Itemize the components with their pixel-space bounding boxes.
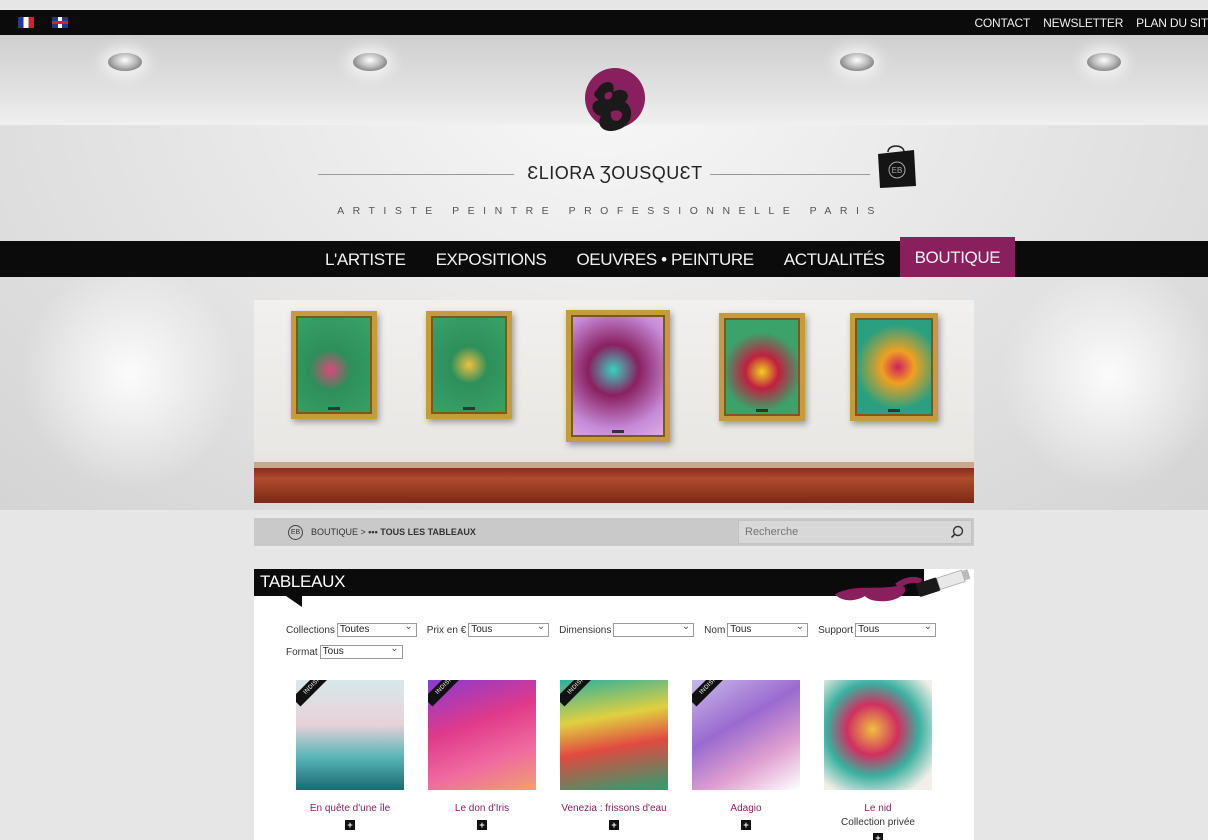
plus-icon[interactable]: +: [609, 820, 619, 830]
product-card[interactable]: INDISPONIBLE Adagio +: [676, 680, 808, 840]
breadcrumb-current: ••• TOUS LES TABLEAUX: [368, 527, 476, 537]
banner-painting: [566, 310, 670, 442]
site-map-link[interactable]: PLAN DU SIT: [1136, 16, 1208, 30]
product-card[interactable]: INDISPONIBLE Le don d'Iris +: [412, 680, 544, 840]
unavailable-ribbon: INDISPONIBLE: [296, 680, 350, 707]
nav-item-actualites[interactable]: ACTUALITÉS: [769, 241, 900, 277]
product-image[interactable]: INDISPONIBLE: [296, 680, 404, 790]
format-select[interactable]: Tous: [319, 643, 403, 659]
title-tab: [286, 596, 302, 607]
search-icon[interactable]: [949, 524, 965, 540]
unavailable-ribbon: INDISPONIBLE: [560, 680, 614, 707]
newsletter-link[interactable]: NEWSLETTER: [1043, 16, 1123, 30]
wooden-floor: [254, 468, 974, 503]
logo-divider: [318, 174, 514, 175]
contact-link[interactable]: CONTACT: [974, 16, 1030, 30]
plus-icon[interactable]: +: [873, 833, 883, 840]
fr-flag-icon[interactable]: [18, 17, 34, 28]
nav-item-expositions[interactable]: EXPOSITIONS: [421, 241, 562, 277]
nav-item-artiste[interactable]: L'ARTISTE: [310, 241, 421, 277]
support-select[interactable]: Tous: [855, 621, 936, 637]
filter-label-nom: Nom: [704, 624, 726, 636]
collections-select[interactable]: Toutes: [336, 621, 417, 637]
wall-light: [20, 260, 240, 490]
breadcrumb-root[interactable]: BOUTIQUE: [311, 527, 358, 537]
main-nav: L'ARTISTE EXPOSITIONS OEUVRES • PEINTURE…: [0, 237, 1208, 277]
banner-painting: [850, 313, 938, 421]
top-bar: CONTACT NEWSLETTER PLAN DU SIT: [0, 10, 1208, 35]
product-grid: INDISPONIBLE En quête d'une île + INDISP…: [280, 680, 950, 840]
product-name[interactable]: Venezia : frissons d'eau: [544, 803, 684, 814]
logo-small-icon[interactable]: EB: [288, 525, 303, 540]
banner-painting: [719, 313, 805, 421]
section-title-bar: [254, 569, 924, 596]
unavailable-ribbon: INDISPONIBLE: [692, 680, 746, 707]
breadcrumb-separator: >: [358, 527, 369, 537]
ceiling-spotlight-icon: [353, 53, 387, 71]
ceiling-spotlight-icon: [108, 53, 142, 71]
product-name[interactable]: Adagio: [676, 803, 816, 814]
prix-select[interactable]: Tous: [468, 621, 550, 637]
section-title: TABLEAUX: [260, 572, 346, 591]
product-card[interactable]: INDISPONIBLE Venezia : frissons d'eau +: [544, 680, 676, 840]
unavailable-ribbon: INDISPONIBLE: [428, 680, 482, 707]
filter-label-format: Format: [286, 646, 318, 658]
search-input[interactable]: [745, 525, 935, 539]
product-image[interactable]: INDISPONIBLE: [560, 680, 668, 790]
uk-flag-icon[interactable]: [52, 17, 68, 28]
banner-painting: [291, 311, 377, 419]
filter-label-support: Support: [818, 624, 854, 636]
product-status: Collection privée: [841, 817, 915, 828]
banner-painting: [426, 311, 512, 419]
nav-item-boutique[interactable]: BOUTIQUE: [899, 237, 1016, 277]
nav-item-oeuvres[interactable]: OEUVRES • PEINTURE: [561, 241, 768, 277]
product-name[interactable]: Le nid: [808, 803, 948, 814]
product-card[interactable]: Le nid Collection privée +: [808, 680, 940, 840]
product-name[interactable]: Le don d'Iris: [412, 803, 552, 814]
dimensions-select[interactable]: [613, 621, 695, 637]
nom-select[interactable]: Tous: [727, 621, 809, 637]
product-image[interactable]: INDISPONIBLE: [428, 680, 536, 790]
tagline: ARTISTE PEINTRE PROFESSIONNELLE PARIS: [337, 205, 883, 217]
wall-light: [1000, 260, 1208, 490]
ceiling-spotlight-icon: [840, 53, 874, 71]
search-box: [738, 520, 972, 544]
product-card[interactable]: INDISPONIBLE En quête d'une île +: [280, 680, 412, 840]
logo-mark-icon[interactable]: [575, 68, 655, 144]
logo-divider: [710, 174, 870, 175]
product-image[interactable]: [824, 680, 932, 790]
product-name[interactable]: En quête d'une île: [280, 803, 420, 814]
shopping-bag-icon[interactable]: EB: [872, 142, 920, 190]
logo-name[interactable]: ƐLIORA ƷOUSQUƐT: [520, 163, 710, 184]
filter-label-prix: Prix en €: [426, 624, 467, 636]
filters: Collections Toutes Prix en € Tous Dimens…: [286, 621, 946, 666]
plus-icon[interactable]: +: [741, 820, 751, 830]
ceiling-spotlight-icon: [1087, 53, 1121, 71]
filter-label-collections: Collections: [286, 624, 335, 636]
top-links: CONTACT NEWSLETTER PLAN DU SIT: [974, 10, 1208, 35]
svg-text:EB: EB: [892, 166, 903, 175]
gallery-banner: [254, 300, 974, 503]
plus-icon[interactable]: +: [345, 820, 355, 830]
filter-label-dimensions: Dimensions: [559, 624, 612, 636]
plus-icon[interactable]: +: [477, 820, 487, 830]
paint-tube-icon: [835, 569, 971, 602]
product-image[interactable]: INDISPONIBLE: [692, 680, 800, 790]
breadcrumb-trail: BOUTIQUE > ••• TOUS LES TABLEAUX: [311, 527, 476, 537]
